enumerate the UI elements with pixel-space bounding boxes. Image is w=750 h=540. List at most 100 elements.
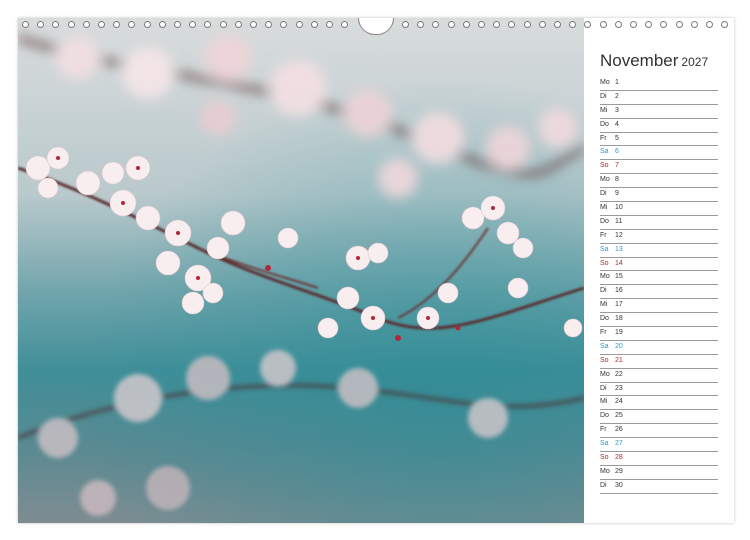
weekday-label: Mo — [600, 467, 610, 475]
day-row: Mo 29 — [600, 466, 718, 480]
day-number: 13 — [615, 245, 623, 253]
binding-ring — [158, 21, 166, 28]
day-row: Sa 20 — [600, 341, 718, 355]
binding-ring — [523, 21, 531, 28]
day-row: Mo 22 — [600, 369, 718, 383]
weekday-label: Sa — [600, 148, 609, 156]
weekday-label: So — [600, 454, 609, 462]
calendar-page: November 2027 Mo 1 Di 2 Mi 3 Do 4 Fr 5 Sa 6 So 7 Mo 8 Di 9… — [18, 18, 734, 523]
binding-ring — [417, 21, 425, 28]
cherry-blossom-photo — [18, 18, 584, 523]
day-row: Mi 24 — [600, 396, 718, 411]
calendar-panel: November 2027 Mo 1 Di 2 Mi 3 Do 4 Fr 5 Sa 6 So 7 Mo 8 Di 9… — [584, 18, 734, 523]
day-number: 23 — [615, 384, 623, 392]
binding-ring — [234, 21, 242, 28]
weekday-label: Do — [600, 217, 609, 225]
day-row: Sa 27 — [600, 438, 718, 453]
binding-ring — [113, 21, 121, 28]
binding-ring — [310, 21, 318, 28]
day-row: Mi 3 — [600, 105, 718, 119]
binding-ring — [721, 21, 729, 28]
day-row: Do 4 — [600, 119, 718, 133]
binding-ring — [265, 21, 273, 28]
binding-ring — [554, 21, 561, 28]
binding-ring — [341, 21, 349, 28]
binding-ring — [250, 21, 257, 28]
binding-ring — [98, 21, 105, 28]
binding-ring — [690, 21, 698, 28]
binding-ring — [295, 21, 303, 28]
day-row: So 28 — [600, 452, 718, 466]
weekday-label: Fr — [600, 134, 607, 142]
day-number: 10 — [615, 204, 623, 212]
weekday-label: Mi — [600, 301, 608, 309]
weekday-label: Di — [600, 287, 607, 295]
day-row: So 7 — [600, 160, 718, 175]
weekday-label: Fr — [600, 426, 607, 434]
weekday-label: Do — [600, 120, 609, 128]
weekday-label: Fr — [600, 329, 607, 337]
weekday-label: So — [600, 356, 609, 364]
day-row: Do 18 — [600, 313, 718, 328]
weekday-label: Do — [600, 315, 609, 323]
day-number: 6 — [615, 148, 619, 156]
weekday-label: Mo — [600, 79, 610, 86]
binding-ring — [432, 21, 440, 28]
month-heading: November 2027 — [600, 51, 708, 71]
day-row: Di 9 — [600, 188, 718, 203]
weekday-label: Di — [600, 384, 607, 392]
binding-ring — [174, 21, 181, 28]
day-row: Sa 6 — [600, 146, 718, 161]
day-row: Mo 1 — [600, 77, 718, 91]
weekday-label: Do — [600, 412, 609, 420]
day-row: Mo 8 — [600, 174, 718, 189]
wire-binding — [18, 18, 734, 35]
weekday-label: Di — [600, 92, 607, 100]
binding-ring — [493, 21, 501, 28]
binding-ring — [22, 21, 29, 28]
weekday-label: Di — [600, 190, 607, 198]
binding-ring — [706, 21, 713, 28]
day-row: Di 23 — [600, 383, 718, 397]
day-number: 19 — [615, 329, 623, 337]
binding-ring — [326, 21, 333, 28]
binding-ring — [52, 21, 60, 28]
day-row: Di 30 — [600, 480, 718, 494]
day-number: 4 — [615, 120, 619, 128]
day-row: Mi 10 — [600, 202, 718, 216]
day-row: Do 11 — [600, 216, 718, 230]
weekday-label: Mo — [600, 370, 610, 378]
weekday-label: Sa — [600, 342, 609, 350]
binding-ring — [402, 21, 409, 28]
day-number: 9 — [615, 190, 619, 198]
binding-ring — [508, 21, 516, 28]
weekday-label: Mi — [600, 106, 608, 114]
weekday-label: Di — [600, 481, 607, 489]
binding-ring — [219, 21, 227, 28]
day-number: 24 — [615, 398, 623, 406]
weekday-label: Fr — [600, 231, 607, 239]
day-number: 26 — [615, 426, 623, 434]
binding-ring — [280, 21, 288, 28]
day-number: 7 — [615, 162, 619, 170]
day-row: Fr 19 — [600, 327, 718, 341]
binding-ring — [584, 21, 592, 28]
day-row: Di 16 — [600, 285, 718, 300]
day-number: 27 — [615, 440, 623, 448]
day-row: Mi 17 — [600, 299, 718, 314]
weekday-label: Mo — [600, 176, 610, 184]
day-number: 14 — [615, 259, 623, 267]
day-list: Mo 1 Di 2 Mi 3 Do 4 Fr 5 Sa 6 So 7 Mo 8 Di 9 Mi 10 Do 11 Fr 12 S… — [600, 77, 718, 494]
binding-ring — [189, 21, 197, 28]
day-number: 17 — [615, 301, 623, 309]
weekday-label: Mi — [600, 398, 608, 406]
day-number: 1 — [615, 79, 619, 86]
binding-ring — [660, 21, 668, 28]
binding-ring — [447, 21, 455, 28]
binding-ring — [37, 21, 45, 28]
day-number: 16 — [615, 287, 623, 295]
binding-ring — [128, 21, 136, 28]
day-row: Fr 26 — [600, 424, 718, 439]
blossom-illustration — [18, 34, 584, 516]
day-number: 29 — [615, 467, 623, 475]
